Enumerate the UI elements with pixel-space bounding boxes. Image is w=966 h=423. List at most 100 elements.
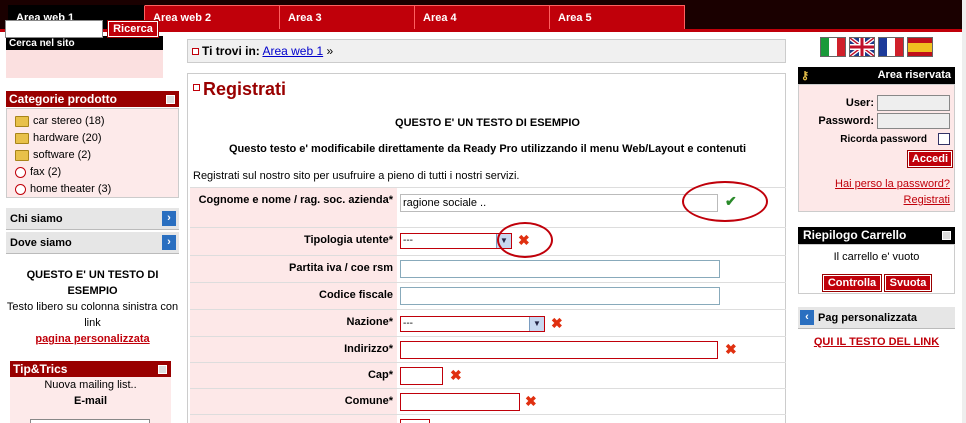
flag-spain-icon[interactable] [907, 37, 933, 57]
categories-title: Categorie prodotto [9, 92, 117, 106]
field-label: Indirizzo* [190, 337, 397, 362]
reserved-area-panel: User: Password: Ricorda password Accedi … [798, 84, 955, 212]
login-button[interactable]: Accedi [907, 150, 953, 168]
lost-password-link[interactable]: Hai perso la password? [835, 178, 950, 190]
collapse-icon[interactable] [158, 365, 167, 374]
page-title: Registrati [203, 79, 287, 99]
editable-note: Questo testo e' modificabile direttament… [228, 143, 747, 155]
collapse-icon[interactable] [166, 95, 175, 104]
search-panel-body [6, 50, 163, 78]
key-icon: ⚷ [801, 70, 810, 82]
codice-fiscale-input[interactable] [400, 287, 720, 305]
next-input[interactable] [400, 419, 430, 423]
error-x-icon: ✖ [450, 367, 462, 383]
tipologia-select[interactable]: --- ▼ [400, 233, 512, 249]
field-label: Comune* [190, 389, 397, 414]
search-button[interactable]: Ricerca [107, 20, 159, 38]
scrollbar[interactable] [962, 0, 966, 423]
left-text-block: QUESTO E' UN TESTO DI ESEMPIO Testo libe… [6, 267, 179, 347]
field-label: Nazione* [190, 310, 397, 336]
tab-area-4[interactable]: Area 4 [415, 5, 550, 29]
flag-italy-icon[interactable] [820, 37, 846, 57]
nazione-select[interactable]: --- ▼ [400, 316, 545, 332]
error-x-icon: ✖ [551, 315, 563, 331]
password-input[interactable] [877, 113, 950, 129]
mailing-email-input[interactable] [30, 419, 150, 423]
cart-empty-text: Il carrello e' vuoto [833, 251, 920, 263]
reserved-area-header: ⚷ Area riservata [798, 67, 955, 84]
ragione-sociale-input[interactable]: ragione sociale .. [400, 194, 718, 212]
language-flags [820, 37, 933, 57]
breadcrumb-prefix: Ti trovi in: [202, 44, 260, 58]
select-value: --- [403, 235, 413, 246]
indirizzo-input[interactable] [400, 341, 718, 359]
cart-empty-button[interactable]: Svuota [884, 274, 932, 292]
chevron-left-icon: ‹ [800, 310, 814, 325]
left-text-body: Testo libero su colonna sinistra con lin… [6, 301, 179, 329]
side-link-pag-personalizzata[interactable]: ‹ Pag personalizzata [798, 307, 955, 329]
category-label: car stereo (18) [33, 115, 105, 127]
category-label: hardware (20) [33, 132, 102, 144]
folder-icon [15, 149, 29, 161]
chevron-right-icon: › [162, 211, 176, 226]
category-item[interactable]: software (2) [15, 147, 91, 163]
category-item[interactable]: car stereo (18) [15, 113, 105, 129]
annotation-ellipse [682, 181, 768, 222]
side-link-label: Dove siamo [10, 237, 72, 249]
breadcrumb-link[interactable]: Area web 1 [262, 44, 323, 58]
annotation-ellipse [497, 222, 553, 258]
bullet-icon [193, 84, 200, 91]
flag-uk-icon[interactable] [849, 37, 875, 57]
register-link[interactable]: Registrati [904, 194, 950, 206]
cart-header: Riepilogo Carrello [798, 227, 955, 244]
side-link-label: Chi siamo [10, 213, 63, 225]
cart-check-button[interactable]: Controlla [822, 274, 882, 292]
circle-icon [15, 183, 26, 195]
chevron-right-icon: › [162, 235, 176, 250]
bullet-icon [192, 48, 199, 55]
tips-title: Tip&Trics [13, 362, 68, 376]
tips-body: Nuova mailing list.. E-mail [10, 377, 171, 423]
breadcrumb: Ti trovi in: Area web 1 » [187, 39, 786, 63]
partita-iva-input[interactable] [400, 260, 720, 278]
cart-title: Riepilogo Carrello [803, 228, 907, 242]
cap-input[interactable] [400, 367, 443, 385]
comune-input[interactable] [400, 393, 520, 411]
form-row-next [190, 414, 786, 423]
category-label: home theater (3) [30, 183, 112, 195]
category-label: fax (2) [30, 166, 62, 178]
field-label [190, 415, 397, 423]
collapse-icon[interactable] [942, 231, 951, 240]
folder-icon [15, 115, 29, 127]
search-input[interactable] [5, 20, 103, 38]
tab-area-3[interactable]: Area 3 [280, 5, 415, 29]
form-row-cf: Codice fiscale [190, 282, 786, 309]
form-row-tipologia: Tipologia utente* --- ▼ ✖ [190, 227, 786, 255]
form-row-piva: Partita iva / coe rsm [190, 255, 786, 282]
flag-france-icon[interactable] [878, 37, 904, 57]
category-item[interactable]: fax (2) [15, 164, 61, 180]
side-link-chi-siamo[interactable]: Chi siamo › [6, 208, 179, 230]
tips-email-label: E-mail [73, 395, 107, 407]
categories-header: Categorie prodotto [6, 91, 179, 107]
field-label: Partita iva / coe rsm [190, 256, 397, 282]
category-item[interactable]: hardware (20) [15, 130, 101, 146]
side-link-dove-siamo[interactable]: Dove siamo › [6, 232, 179, 254]
category-label: software (2) [33, 149, 92, 161]
side-link-label: Pag personalizzata [818, 312, 918, 324]
remember-label: Ricorda password [840, 134, 927, 145]
reserved-area-title: Area riservata [877, 69, 951, 81]
folder-icon [15, 132, 29, 144]
tips-text: Nuova mailing list.. [44, 379, 137, 391]
error-x-icon: ✖ [525, 393, 537, 409]
password-label: Password: [818, 115, 874, 127]
circle-icon [15, 166, 26, 178]
user-input[interactable] [877, 95, 950, 111]
category-item[interactable]: home theater (3) [15, 181, 111, 197]
tab-area-5[interactable]: Area 5 [550, 5, 685, 29]
user-label: User: [845, 97, 874, 109]
tab-area-web-2[interactable]: Area web 2 [145, 5, 280, 29]
custom-link[interactable]: QUI IL TESTO DEL LINK [798, 336, 955, 348]
left-text-link[interactable]: pagina personalizzata [6, 331, 179, 347]
remember-checkbox[interactable] [938, 133, 950, 145]
